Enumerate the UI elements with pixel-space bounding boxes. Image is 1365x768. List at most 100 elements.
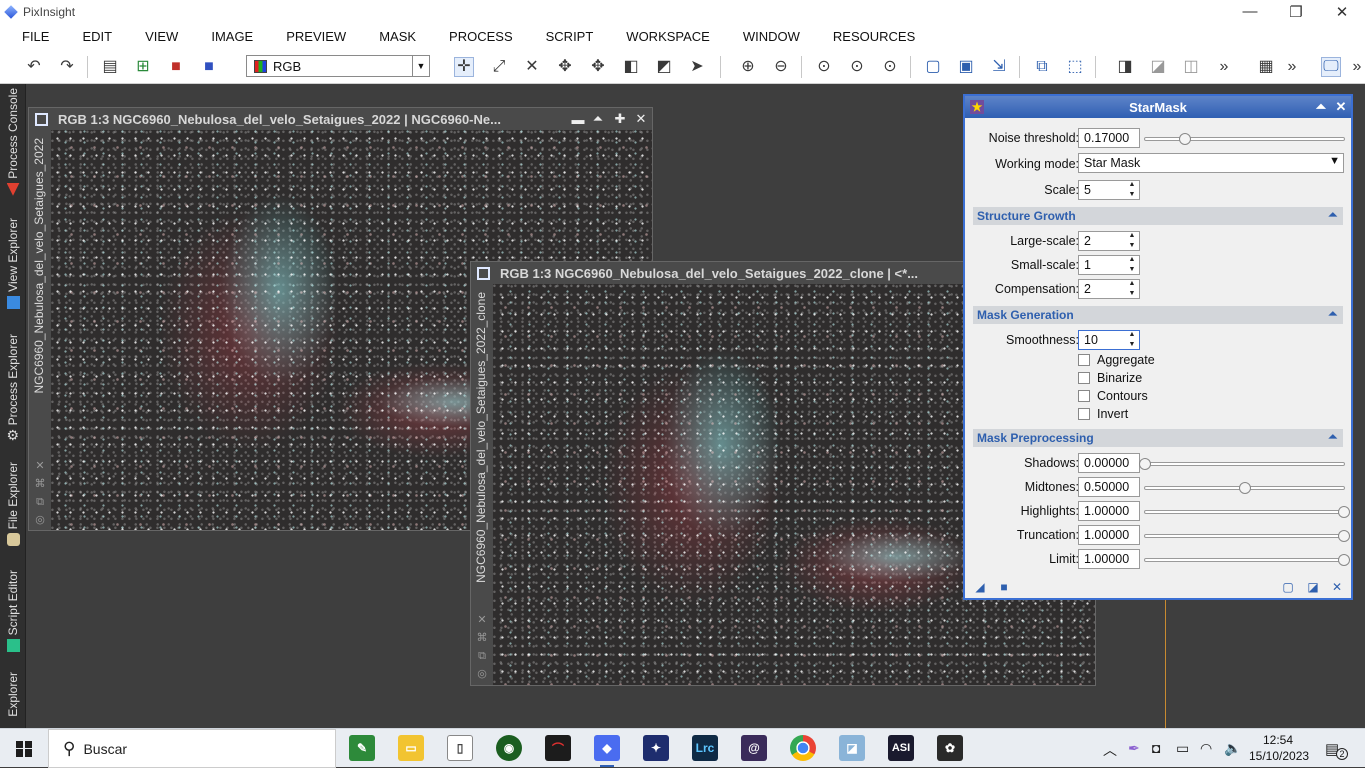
mask-invert-icon[interactable]: ◫ [1181, 57, 1201, 77]
zoom-out-icon[interactable]: ⊖ [771, 57, 791, 77]
mask-show-icon[interactable]: ◪ [1148, 57, 1168, 77]
midtones-slider[interactable] [1144, 482, 1345, 494]
new-image-icon[interactable]: ⊞ [133, 57, 153, 77]
taskbar-app-blue-icon[interactable]: ◪ [839, 735, 865, 761]
small-scale-stepper[interactable]: ▲ ▼ [1125, 255, 1139, 275]
menu-workspace[interactable]: WORKSPACE [604, 29, 710, 44]
mask-icon[interactable]: ✕ [476, 614, 488, 626]
menu-file[interactable]: FILE [0, 29, 49, 44]
slider-handle[interactable] [1139, 458, 1151, 470]
taskbar-app-stellarium-icon[interactable]: ✦ [643, 735, 669, 761]
slider-handle[interactable] [1338, 530, 1350, 542]
scale-stepper[interactable]: ▲ ▼ [1125, 180, 1139, 200]
taskbar-app-chrome-icon[interactable] [790, 735, 816, 761]
starmask-title-bar[interactable]: ★ StarMask ⏶ ✕ [965, 96, 1351, 118]
limit-slider[interactable] [1144, 554, 1350, 566]
lock-icon[interactable]: ⌘ [476, 632, 488, 644]
menu-view[interactable]: VIEW [123, 29, 178, 44]
taskbar-app-notepad-icon[interactable]: ✎ [349, 735, 375, 761]
menu-script[interactable]: SCRIPT [524, 29, 594, 44]
readout-icon[interactable]: ◧ [621, 57, 641, 77]
zoom-1-2-icon[interactable]: ⊙ [880, 57, 900, 77]
center-icon[interactable]: ✥ [588, 57, 608, 77]
collapse-icon[interactable]: ⏶ [1328, 431, 1337, 444]
taskbar-app-pixinsight-icon[interactable]: ◆ [594, 735, 620, 767]
apply-global-icon[interactable]: ■ [997, 580, 1011, 594]
start-button[interactable] [0, 729, 48, 768]
grid-icon[interactable]: ▦ [1256, 57, 1276, 77]
collapse-icon[interactable]: ⏶ [1328, 308, 1337, 321]
preview-select-icon[interactable]: ▣ [956, 57, 976, 77]
new-instance-icon[interactable]: ◢ [973, 580, 987, 594]
menu-window[interactable]: WINDOW [721, 29, 800, 44]
undo-icon[interactable]: ↶ [24, 57, 44, 77]
taskbar-app-document-icon[interactable]: ▯ [447, 735, 473, 761]
copy-icon[interactable]: ⧉ [34, 496, 46, 508]
minimize-icon[interactable]: ▬ [568, 108, 588, 130]
toolbar-overflow-2[interactable]: » [1282, 57, 1302, 77]
truncation-input[interactable]: 1.00000 [1078, 525, 1140, 545]
taskbar-app-galaxy-icon[interactable]: @ [741, 735, 767, 761]
browse-documentation-icon[interactable]: ▢ [1281, 580, 1295, 594]
close-icon[interactable]: ✕ [631, 108, 651, 130]
menu-edit[interactable]: EDIT [60, 29, 112, 44]
mask-preprocessing-header[interactable]: Mask Preprocessing ⏶ [973, 429, 1343, 447]
maximize-icon[interactable]: ✚ [610, 108, 630, 130]
binarize-checkbox[interactable] [1078, 372, 1090, 384]
minimize-button[interactable]: — [1227, 0, 1273, 23]
volume-icon[interactable]: 🔈 [1224, 740, 1241, 757]
tray-camera-icon[interactable]: ◘ [1152, 740, 1160, 756]
cascade-windows-icon[interactable]: ⬚ [1065, 57, 1085, 77]
limit-input[interactable]: 1.00000 [1078, 549, 1140, 569]
taskbar-app-asi-icon[interactable]: ASI [888, 735, 914, 761]
slider-handle[interactable] [1238, 482, 1251, 494]
zoom-1-1-icon[interactable]: ⊙ [814, 57, 834, 77]
taskbar-app-red-curve-icon[interactable]: ⌒ [545, 735, 571, 761]
mask-icon[interactable]: ✕ [34, 460, 46, 472]
tray-overflow-chevron-icon[interactable]: ︿ [1103, 740, 1117, 760]
extract-channels-icon[interactable]: ■ [166, 57, 186, 77]
zoom-fit-icon[interactable]: ⤢ [489, 57, 509, 77]
working-mode-select[interactable]: Star Mask ▼ [1078, 153, 1344, 173]
pan-mode-icon[interactable]: ✛ [454, 57, 474, 77]
sidebar-tab-process-console[interactable]: Process Console [0, 88, 26, 196]
mask-new-icon[interactable]: ◨ [1115, 57, 1135, 77]
sidebar-tab-process-explorer[interactable]: Process Explorer ⚙ [0, 334, 26, 442]
structure-growth-header[interactable]: Structure Growth ⏶ [973, 207, 1343, 225]
preview-new-icon[interactable]: ▢ [923, 57, 943, 77]
menu-resources[interactable]: RESOURCES [811, 29, 915, 44]
real-time-preview-icon[interactable]: ◪ [1306, 580, 1320, 594]
collapse-icon[interactable]: ⏶ [1328, 209, 1337, 222]
aggregate-checkbox[interactable] [1078, 354, 1090, 366]
compensation-stepper[interactable]: ▲ ▼ [1125, 279, 1139, 299]
smoothness-stepper[interactable]: ▲ ▼ [1125, 330, 1139, 350]
menu-image[interactable]: IMAGE [189, 29, 253, 44]
sidebar-tab-explorer[interactable]: Explorer [0, 672, 26, 717]
combine-channels-icon[interactable]: ■ [199, 57, 219, 77]
taskbar-search[interactable]: ⚲ Buscar [48, 729, 336, 768]
toolbar-overflow-1[interactable]: » [1214, 57, 1234, 77]
wifi-icon[interactable]: ◠ [1200, 740, 1212, 757]
slider-handle[interactable] [1338, 554, 1350, 566]
sidebar-tab-script-editor[interactable]: Script Editor [0, 570, 26, 653]
battery-icon[interactable]: ▭ [1176, 740, 1189, 757]
shadows-input[interactable]: 0.00000 [1078, 453, 1140, 473]
highlights-slider[interactable] [1144, 506, 1350, 518]
sidebar-tab-file-explorer[interactable]: File Explorer [0, 462, 26, 547]
contours-checkbox[interactable] [1078, 390, 1090, 402]
taskbar-app-lightroom-icon[interactable]: Lrc [692, 735, 718, 761]
highlights-input[interactable]: 1.00000 [1078, 501, 1140, 521]
menu-process[interactable]: PROCESS [427, 29, 513, 44]
redo-icon[interactable]: ↷ [57, 57, 77, 77]
target-icon[interactable]: ◎ [34, 514, 46, 526]
restore-button[interactable]: ❐ [1273, 0, 1319, 23]
rgb-channel-select[interactable]: RGB ▼ [246, 55, 430, 77]
taskbar-clock[interactable]: 12:54 15/10/2023 [1249, 732, 1309, 764]
slider-handle[interactable] [1178, 133, 1191, 145]
noise-threshold-slider[interactable] [1144, 133, 1345, 145]
copy-icon[interactable]: ⧉ [476, 650, 488, 662]
taskbar-app-green-icon[interactable]: ◉ [496, 735, 522, 761]
shade-icon[interactable]: ⏶ [588, 108, 608, 130]
menu-mask[interactable]: MASK [357, 29, 416, 44]
toolbar-overflow-3[interactable]: » [1347, 57, 1365, 77]
